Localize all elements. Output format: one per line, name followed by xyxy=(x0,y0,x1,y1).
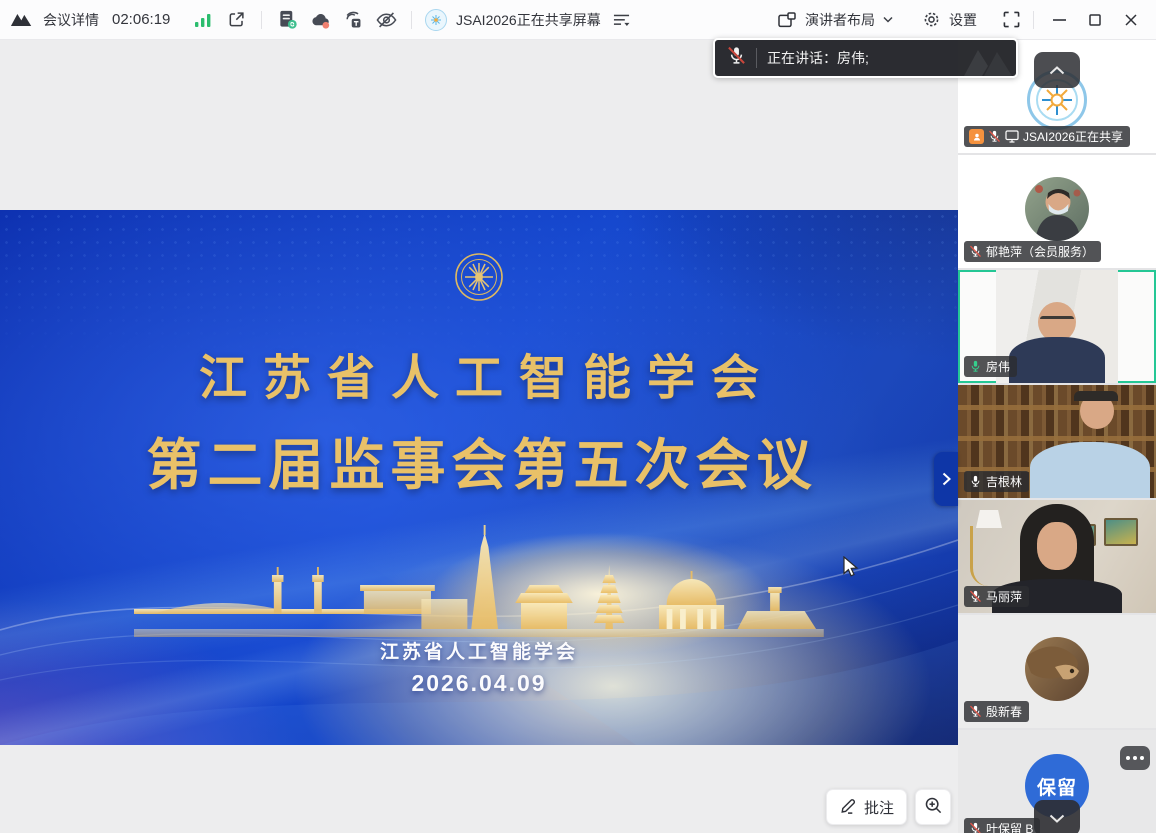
hair xyxy=(1074,391,1118,401)
participant-tile[interactable]: 殷新春 xyxy=(958,615,1156,728)
participant-name-tag: 殷新春 xyxy=(964,701,1029,722)
layout-icon xyxy=(775,8,799,32)
participant-name-tag: 叶保留 B xyxy=(964,818,1040,833)
emblem-icon xyxy=(454,252,504,307)
minimize-button[interactable] xyxy=(1044,7,1074,33)
slide-title-line2: 第二届监事会第五次会议 xyxy=(0,420,958,500)
scroll-down-button[interactable] xyxy=(1034,800,1080,833)
slide-title-line1: 江苏省人工智能学会 xyxy=(0,338,958,408)
hide-view-icon[interactable] xyxy=(374,8,398,32)
participant-name: 吉根林 xyxy=(986,473,1022,490)
cloud-status-icon[interactable] xyxy=(308,8,332,32)
record-file-icon[interactable] xyxy=(275,8,299,32)
participant-tile[interactable]: 马丽萍 xyxy=(958,500,1156,613)
participant-name: 殷新春 xyxy=(986,703,1022,720)
participant-name: 叶保留 B xyxy=(986,820,1033,833)
screen-share-icon xyxy=(1005,130,1019,143)
mic-muted-icon xyxy=(727,46,746,70)
speaking-toast: 正在讲话：房伟; xyxy=(713,38,1018,78)
lamp-stem xyxy=(970,526,992,586)
meeting-timer: 02:06:19 xyxy=(112,11,182,28)
mic-muted-icon xyxy=(969,590,982,603)
annotate-pen-icon xyxy=(839,796,858,819)
participant-tile[interactable]: 吉根林 xyxy=(958,385,1156,498)
open-external-icon[interactable] xyxy=(224,8,248,32)
topbar: 会议详情 02:06:19 xyxy=(0,0,1156,40)
zoom-in-icon xyxy=(924,796,943,819)
mic-muted-icon xyxy=(969,822,982,833)
participant-name-tag: 房伟 xyxy=(964,356,1017,377)
more-options-button[interactable] xyxy=(1120,746,1150,770)
shared-screen-area: 江苏省人工智能学会 第二届监事会第五次会议 xyxy=(0,40,958,833)
speaking-names: 房伟; xyxy=(837,50,869,66)
mic-on-icon xyxy=(969,475,982,488)
avatar-initials: 保留 xyxy=(1037,773,1077,800)
fullscreen-icon[interactable] xyxy=(999,8,1023,32)
participant-name-tag: JSAI2026正在共享 xyxy=(964,126,1130,147)
app-logo-icon xyxy=(10,8,34,32)
presentation-slide: 江苏省人工智能学会 第二届监事会第五次会议 xyxy=(0,210,958,745)
glasses xyxy=(1040,316,1074,323)
meeting-window: 会议详情 02:06:19 xyxy=(0,0,1156,833)
mic-muted-icon xyxy=(969,245,982,258)
close-button[interactable] xyxy=(1116,7,1146,33)
watermark-logo-icon xyxy=(960,42,1018,78)
skyline-graphic xyxy=(134,525,824,637)
collapse-sidebar-button[interactable] xyxy=(1034,52,1080,88)
host-badge-icon xyxy=(969,129,984,144)
mic-muted-icon xyxy=(988,130,1001,143)
slide-footer-date: 2026.04.09 xyxy=(0,670,958,697)
gear-icon[interactable] xyxy=(919,8,943,32)
participant-name-tag: 吉根林 xyxy=(964,471,1029,492)
participants-sidebar: JSAI2026正在共享 郁艳萍（会员服务） xyxy=(958,40,1156,833)
network-signal-icon xyxy=(191,8,215,32)
participant-name-tag: 马丽萍 xyxy=(964,586,1029,607)
participant-tile[interactable]: 郁艳萍（会员服务） xyxy=(958,155,1156,268)
share-indicator-logo-icon xyxy=(425,9,447,31)
participant-tile-speaking[interactable]: 房伟 xyxy=(958,270,1156,383)
layout-selector-button[interactable]: 演讲者布局 xyxy=(805,10,875,30)
slide-footer-org: 江苏省人工智能学会 xyxy=(0,637,958,664)
sidebar-expand-handle[interactable] xyxy=(934,452,958,506)
maximize-button[interactable] xyxy=(1080,7,1110,33)
share-options-icon[interactable] xyxy=(610,8,634,32)
participant-avatar xyxy=(1025,177,1089,241)
settings-button[interactable]: 设置 xyxy=(949,10,977,30)
mic-active-icon xyxy=(969,360,982,373)
participant-name-tag: 郁艳萍（会员服务） xyxy=(964,241,1101,262)
chevron-down-icon[interactable] xyxy=(881,8,895,32)
live-caption-icon[interactable] xyxy=(341,8,365,32)
participant-name: 郁艳萍（会员服务） xyxy=(986,243,1094,260)
participant-name: JSAI2026正在共享 xyxy=(1023,128,1123,145)
mouse-cursor-icon xyxy=(843,556,859,583)
participant-name: 房伟 xyxy=(986,358,1010,375)
sharing-status-text: JSAI2026正在共享屏幕 xyxy=(456,10,601,30)
participant-avatar xyxy=(1025,637,1089,701)
annotate-button[interactable]: 批注 xyxy=(826,789,907,825)
speaking-label: 正在讲话： xyxy=(767,50,837,66)
zoom-in-button[interactable] xyxy=(915,789,951,825)
wall-painting xyxy=(1104,518,1138,546)
annotate-label: 批注 xyxy=(864,797,894,818)
participant-name: 马丽萍 xyxy=(986,588,1022,605)
meeting-details-button[interactable]: 会议详情 xyxy=(43,10,99,30)
mic-muted-icon xyxy=(969,705,982,718)
